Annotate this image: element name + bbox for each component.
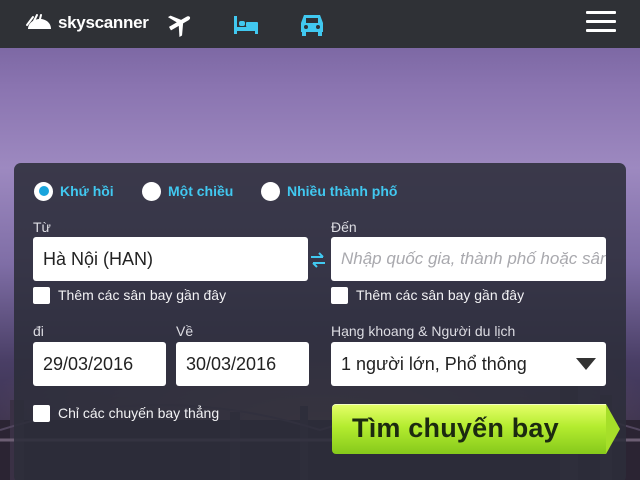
car-icon[interactable] [298, 10, 326, 38]
destination-nearby-label: Thêm các sân bay gần đây [356, 287, 525, 303]
bed-icon[interactable] [232, 10, 260, 38]
destination-nearby-checkbox[interactable]: Thêm các sân bay gần đây [331, 286, 524, 304]
cabin-travellers-select[interactable]: 1 người lớn, Phổ thông [331, 342, 606, 386]
search-button-label: Tìm chuyến bay [352, 413, 559, 443]
top-bar: skyscanner [0, 0, 640, 48]
cabin-value: 1 người lớn, Phổ thông [341, 354, 527, 374]
radio-unselected-icon [142, 181, 161, 201]
swap-icon[interactable] [309, 251, 327, 269]
depart-date-input[interactable]: 29/03/2016 [33, 342, 166, 386]
checkbox-box [33, 286, 50, 304]
origin-nearby-label: Thêm các sân bay gần đây [58, 287, 227, 303]
return-label: Về [176, 323, 194, 339]
origin-nearby-checkbox[interactable]: Thêm các sân bay gần đây [33, 286, 226, 304]
origin-label: Từ [33, 219, 51, 235]
chevron-down-icon [576, 358, 596, 370]
trip-type-oneway-radio[interactable]: Một chiều [142, 180, 233, 202]
checkbox-box [331, 286, 348, 304]
trip-type-label: Một chiều [168, 183, 234, 199]
trip-type-return-radio[interactable]: Khứ hồi [34, 180, 114, 202]
radio-unselected-icon [261, 181, 280, 201]
search-flights-button[interactable]: Tìm chuyến bay [332, 404, 620, 454]
radio-selected-icon [34, 181, 53, 201]
skyscanner-logo-icon [26, 14, 51, 29]
depart-label: đi [33, 323, 44, 339]
trip-type-label: Khứ hồi [60, 183, 114, 199]
trip-type-label: Nhiều thành phố [287, 183, 398, 199]
cabin-label: Hạng khoang & Người du lịch [331, 323, 516, 339]
airplane-icon[interactable] [166, 10, 194, 38]
direct-only-label: Chỉ các chuyến bay thẳng [58, 405, 220, 421]
trip-type-multicity-radio[interactable]: Nhiều thành phố [261, 180, 397, 202]
direct-only-checkbox[interactable]: Chỉ các chuyến bay thẳng [33, 404, 219, 422]
destination-input[interactable]: Nhập quốc gia, thành phố hoặc sân bay [331, 237, 606, 281]
return-date-input[interactable]: 30/03/2016 [176, 342, 309, 386]
origin-input[interactable]: Hà Nội (HAN) [33, 237, 308, 281]
destination-label: Đến [331, 219, 357, 235]
flight-search-panel: Khứ hồi Một chiều Nhiều thành phố Từ Hà … [14, 163, 626, 480]
logo-text: skyscanner [58, 13, 149, 32]
checkbox-box [33, 404, 50, 422]
skyscanner-logo[interactable]: skyscanner [24, 11, 149, 35]
menu-icon[interactable] [586, 11, 616, 35]
